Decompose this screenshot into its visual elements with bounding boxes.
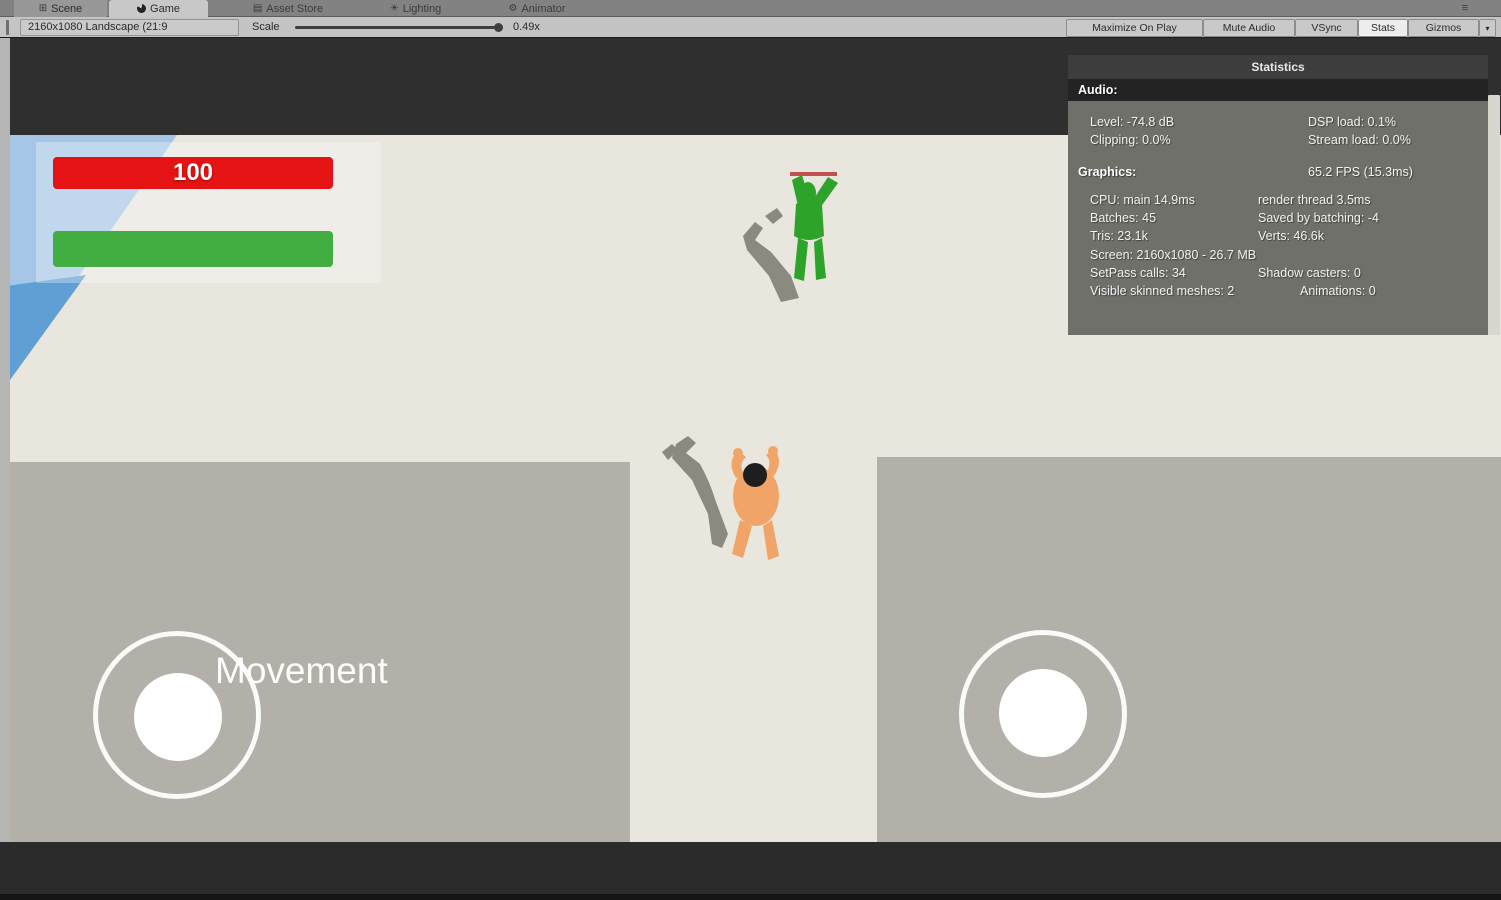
enemy-health-line <box>790 172 837 176</box>
platform-right <box>877 457 1501 880</box>
window-menu-icon[interactable]: ≡ <box>1450 1 1480 15</box>
game-icon <box>137 4 147 13</box>
stat-row-tris: Tris: 23.1k Verts: 46.6k <box>1090 229 1325 243</box>
health-bar-red: 100 <box>53 157 333 189</box>
player-shadow <box>672 436 728 548</box>
player-character <box>662 436 779 560</box>
enemy-body <box>792 175 838 281</box>
stat-row-screen: Screen: 2160x1080 - 26.7 MB <box>1090 248 1257 262</box>
tab-animator[interactable]: ⚙ Animator <box>482 0 592 17</box>
viewport-left-edge <box>0 38 10 842</box>
vsync-button[interactable]: VSync <box>1295 19 1358 37</box>
scale-label: Scale <box>252 21 280 33</box>
tab-lighting[interactable]: ☀ Lighting <box>368 0 463 17</box>
movement-label: Movement <box>215 650 388 691</box>
stat-row-audio-clipping: Clipping: 0.0% Stream load: 0.0% <box>1090 133 1411 147</box>
scale-slider-thumb[interactable] <box>494 23 503 32</box>
toolbar-drag-handle[interactable] <box>6 20 9 35</box>
stat-row-audio-level: Level: -74.8 dB DSP load: 0.1% <box>1090 115 1397 129</box>
aspect-ratio-dropdown[interactable]: 2160x1080 Landscape (21:9 <box>20 19 239 36</box>
audio-section-header: Audio: <box>1068 79 1488 101</box>
tab-game[interactable]: Game <box>109 0 208 17</box>
tab-asset-store[interactable]: ▤ Asset Store <box>228 0 348 17</box>
stat-row-batches: Batches: 45 Saved by batching: -4 <box>1090 211 1379 225</box>
stats-button[interactable]: Stats <box>1358 19 1408 37</box>
water-area-dark <box>10 275 86 380</box>
aim-joystick-knob[interactable] <box>999 669 1087 757</box>
tab-animator-label: Animator <box>521 2 566 15</box>
player-body <box>731 446 779 560</box>
gizmos-button[interactable]: Gizmos <box>1408 19 1479 37</box>
asset-store-icon: ▤ <box>252 2 263 14</box>
enemy-shadow <box>765 208 783 224</box>
enemy-character-green <box>743 172 838 302</box>
stat-row-cpu: CPU: main 14.9ms render thread 3.5ms <box>1090 193 1371 207</box>
viewport-letterbox-bottom <box>0 842 1501 900</box>
statistics-title: Statistics <box>1251 60 1305 74</box>
tab-game-label: Game <box>150 2 180 15</box>
stat-row-graphics-header: Graphics: 65.2 FPS (15.3ms) <box>1078 165 1413 179</box>
maximize-on-play-button[interactable]: Maximize On Play <box>1066 19 1203 37</box>
tab-asset-store-label: Asset Store <box>266 2 324 15</box>
movement-joystick-knob[interactable] <box>134 673 222 761</box>
health-bar-green <box>53 231 333 267</box>
statistics-body: Level: -74.8 dB DSP load: 0.1% Clipping:… <box>1068 101 1488 335</box>
player-head <box>743 463 767 487</box>
statistics-panel: Statistics Audio: Level: -74.8 dB DSP lo… <box>1068 55 1488 335</box>
scale-slider[interactable] <box>295 26 503 29</box>
statistics-title-bar: Statistics <box>1068 55 1488 79</box>
tab-lighting-label: Lighting <box>402 2 442 15</box>
unity-editor-window: ⊞ Scene Game ▤ Asset Store ☀ Lighting ⚙ … <box>0 0 1501 900</box>
lighting-icon: ☀ <box>389 2 399 14</box>
stat-row-setpass: SetPass calls: 34 Shadow casters: 0 <box>1090 266 1361 280</box>
mute-audio-button[interactable]: Mute Audio <box>1203 19 1295 37</box>
tab-scene-label: Scene <box>51 2 83 15</box>
gizmos-dropdown-arrow[interactable]: ▾ <box>1479 19 1496 37</box>
scale-value: 0.49x <box>513 21 540 33</box>
animator-icon: ⚙ <box>508 2 518 14</box>
statistics-scrollbar[interactable] <box>1488 95 1500 335</box>
stat-row-skinned-meshes: Visible skinned meshes: 2 Animations: 0 <box>1090 284 1376 298</box>
tab-strip: ⊞ Scene Game ▤ Asset Store ☀ Lighting ⚙ … <box>0 0 1501 17</box>
hamburger-icon: ≡ <box>1461 2 1469 14</box>
scene-icon: ⊞ <box>38 2 48 14</box>
tab-scene[interactable]: ⊞ Scene <box>14 0 107 17</box>
enemy-shadow-body <box>743 222 799 302</box>
